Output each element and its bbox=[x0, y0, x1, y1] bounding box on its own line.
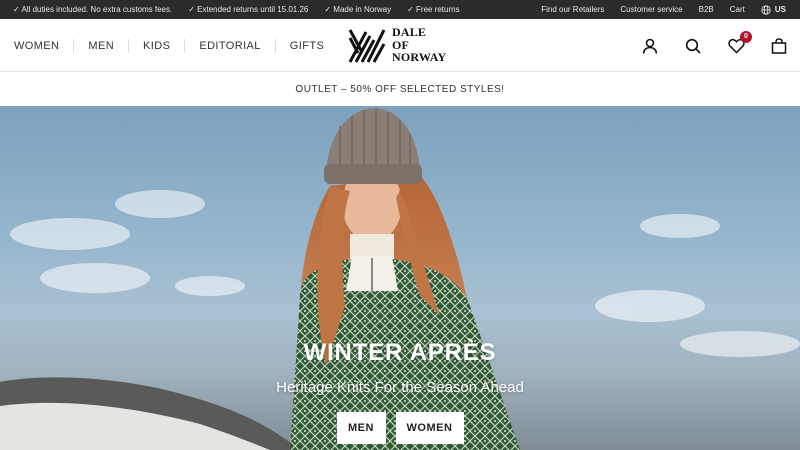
locale-selector[interactable]: US bbox=[761, 4, 786, 15]
nav-women[interactable]: WOMEN bbox=[14, 38, 75, 53]
account-icon[interactable] bbox=[641, 37, 659, 55]
hero-image bbox=[0, 108, 800, 450]
find-retailers-link[interactable]: Find our Retailers bbox=[541, 5, 604, 14]
locale-label: US bbox=[774, 5, 786, 14]
promo-text: OUTLET – 50% OFF SELECTED STYLES! bbox=[295, 83, 505, 95]
cart-link[interactable]: Cart bbox=[730, 5, 745, 14]
logo-line-dale: DALE bbox=[392, 25, 427, 40]
nav-men[interactable]: MEN bbox=[88, 38, 130, 53]
usp-duties: ✓ All duties included. No extra customs … bbox=[13, 5, 173, 14]
main-nav: WOMEN MEN KIDS EDITORIAL GIFTS bbox=[14, 19, 352, 72]
shopping-bag-icon[interactable] bbox=[770, 37, 788, 55]
nav-kids[interactable]: KIDS bbox=[143, 38, 186, 53]
globe-icon bbox=[761, 4, 771, 15]
hero-banner: WINTER APRÈS Heritage Knits For the Seas… bbox=[0, 106, 800, 450]
hero-title: WINTER APRÈS bbox=[303, 339, 497, 366]
utility-links: Find our Retailers Customer service B2B … bbox=[525, 0, 786, 19]
usp-free-returns: ✓ Free returns bbox=[407, 5, 460, 14]
usp-list: ✓ All duties included. No extra customs … bbox=[13, 0, 476, 19]
shop-women-button[interactable]: WOMEN bbox=[395, 412, 464, 444]
promo-banner[interactable]: OUTLET – 50% OFF SELECTED STYLES! bbox=[0, 72, 800, 106]
header-icons: 0 bbox=[616, 19, 788, 72]
b2b-link[interactable]: B2B bbox=[699, 5, 714, 14]
logo-wordmark: DALE OF NORWAY bbox=[392, 26, 446, 64]
nav-editorial[interactable]: EDITORIAL bbox=[199, 38, 276, 53]
usp-made-in-norway: ✓ Made in Norway bbox=[324, 5, 392, 14]
dale-of-norway-logo[interactable]: DALE OF NORWAY bbox=[348, 25, 446, 65]
logo-line-norway: NORWAY bbox=[392, 50, 447, 65]
hero-buttons: MEN WOMEN bbox=[0, 412, 800, 444]
shop-men-button[interactable]: MEN bbox=[336, 412, 386, 444]
search-icon[interactable] bbox=[684, 37, 702, 55]
customer-service-link[interactable]: Customer service bbox=[620, 5, 682, 14]
nav-gifts[interactable]: GIFTS bbox=[290, 39, 338, 53]
wishlist-count-badge: 0 bbox=[740, 30, 752, 43]
main-header: WOMEN MEN KIDS EDITORIAL GIFTS DALE OF N… bbox=[0, 19, 800, 72]
usp-returns-extended: ✓ Extended returns until 15.01.26 bbox=[188, 5, 309, 14]
hero-copy: WINTER APRÈS Heritage Knits For the Seas… bbox=[0, 339, 800, 396]
logo-mark-icon bbox=[348, 29, 386, 63]
hero-subtitle: Heritage Knits For the Season Ahead bbox=[276, 379, 524, 396]
wishlist-heart-icon[interactable]: 0 bbox=[727, 30, 752, 55]
utility-bar: ✓ All duties included. No extra customs … bbox=[0, 0, 800, 19]
